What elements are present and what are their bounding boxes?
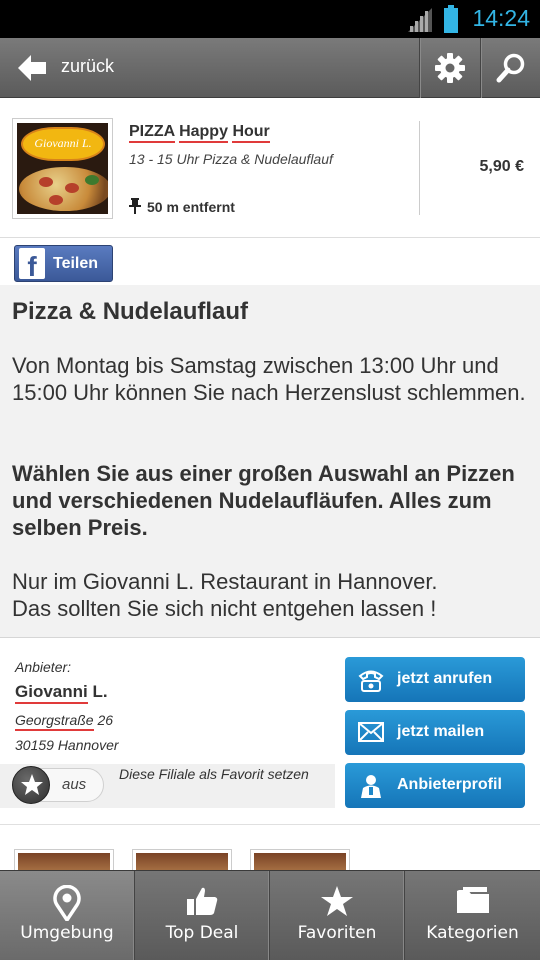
tab-kategorien[interactable]: Kategorien (405, 871, 540, 960)
action-bar: zurück (0, 38, 540, 98)
photo-gallery (0, 824, 540, 879)
folder-icon (456, 887, 489, 913)
phone-icon (358, 670, 384, 692)
deal-subtitle: 13 - 15 Uhr Pizza & Nudelauflauf (129, 151, 333, 167)
tab-favoriten[interactable]: Favoriten (270, 871, 405, 960)
call-label: jetzt anrufen (397, 670, 493, 687)
tab-label: Top Deal (165, 923, 239, 943)
street-number: 26 (93, 712, 114, 728)
status-bar: 14:24 (0, 0, 540, 38)
back-button[interactable]: zurück (0, 38, 420, 98)
toggle-label: aus (62, 776, 87, 793)
tab-label: Umgebung (20, 923, 114, 943)
restaurant-photo: Giovanni L. (17, 123, 108, 214)
provider-label: Anbieter: (15, 659, 72, 675)
bottom-navigation: Umgebung Top Deal Favoriten Kategorien (0, 870, 540, 960)
share-label: Teilen (53, 255, 99, 272)
description-paragraph: Nur im Giovanni L. Restaurant in Hannove… (12, 568, 532, 622)
thumbs-up-icon (187, 887, 218, 915)
provider-name-part: L. (87, 682, 108, 701)
tab-umgebung[interactable]: Umgebung (0, 871, 135, 960)
deal-title-word: Happy (179, 123, 228, 143)
provider-street: Georgstraße 26 (15, 712, 114, 731)
provider-profile-button[interactable]: Anbieterprofil (345, 763, 525, 808)
back-label: zurück (61, 56, 115, 76)
tab-top-deal[interactable]: Top Deal (135, 871, 270, 960)
back-arrow-icon (18, 55, 46, 81)
provider-name: Giovanni L. (15, 682, 108, 704)
facebook-share-button[interactable]: f Teilen (14, 245, 113, 282)
mail-icon (358, 722, 384, 742)
tab-label: Kategorien (426, 923, 519, 943)
favorite-description: Diese Filiale als Favorit setzen (119, 766, 309, 782)
search-button[interactable] (480, 38, 540, 98)
person-icon (361, 775, 381, 798)
distance-info: 50 m entfernt (129, 198, 235, 215)
description-title: Pizza & Nudelauflauf (12, 298, 249, 325)
facebook-icon: f (19, 248, 45, 279)
provider-section: Anbieter: Giovanni L. Georgstraße 26 301… (0, 640, 540, 824)
deal-price: 5,90 € (479, 158, 524, 175)
provider-city: 30159 Hannover (15, 737, 119, 753)
deal-title: PIZZA Happy Hour (129, 123, 270, 143)
call-button[interactable]: jetzt anrufen (345, 657, 525, 702)
settings-button[interactable] (419, 38, 479, 98)
divider (419, 121, 420, 215)
provider-name-part: Giovanni (15, 682, 88, 704)
description-line: Das sollten Sie sich nicht entgehen lass… (12, 596, 437, 621)
status-clock: 14:24 (472, 5, 530, 31)
favorite-toggle[interactable]: aus (12, 766, 104, 804)
mail-label: jetzt mailen (397, 723, 485, 740)
pizza-image (19, 167, 108, 211)
share-row: f Teilen (0, 239, 540, 285)
gear-icon (435, 53, 465, 83)
mail-button[interactable]: jetzt mailen (345, 710, 525, 755)
location-pin-icon (53, 885, 81, 921)
battery-icon (444, 5, 458, 33)
pin-icon (129, 198, 141, 214)
description-paragraph-bold: Wählen Sie aus einer großen Auswahl an P… (12, 461, 515, 540)
deal-detail-screen: 14:24 zurück Giovanni L. PIZZA Happy Hou… (0, 0, 540, 960)
star-icon (21, 774, 43, 795)
tab-label: Favoriten (297, 923, 377, 943)
search-icon (496, 53, 525, 83)
deal-title-word: PIZZA (129, 123, 175, 143)
star-icon (321, 886, 353, 916)
deal-description: Pizza & Nudelauflauf Von Montag bis Sams… (0, 285, 540, 638)
distance-text: 50 m entfernt (147, 199, 235, 215)
deal-title-word: Hour (232, 123, 270, 143)
signal-icon (408, 8, 432, 32)
description-paragraph: Von Montag bis Samstag zwischen 13:00 Uh… (12, 353, 526, 405)
street-name: Georgstraße (15, 712, 94, 731)
toggle-knob (12, 766, 50, 804)
description-line: Nur im Giovanni L. Restaurant in Hannove… (12, 569, 438, 594)
restaurant-logo: Giovanni L. (21, 127, 105, 161)
profile-label: Anbieterprofil (397, 776, 502, 793)
deal-thumbnail: Giovanni L. (12, 118, 113, 219)
